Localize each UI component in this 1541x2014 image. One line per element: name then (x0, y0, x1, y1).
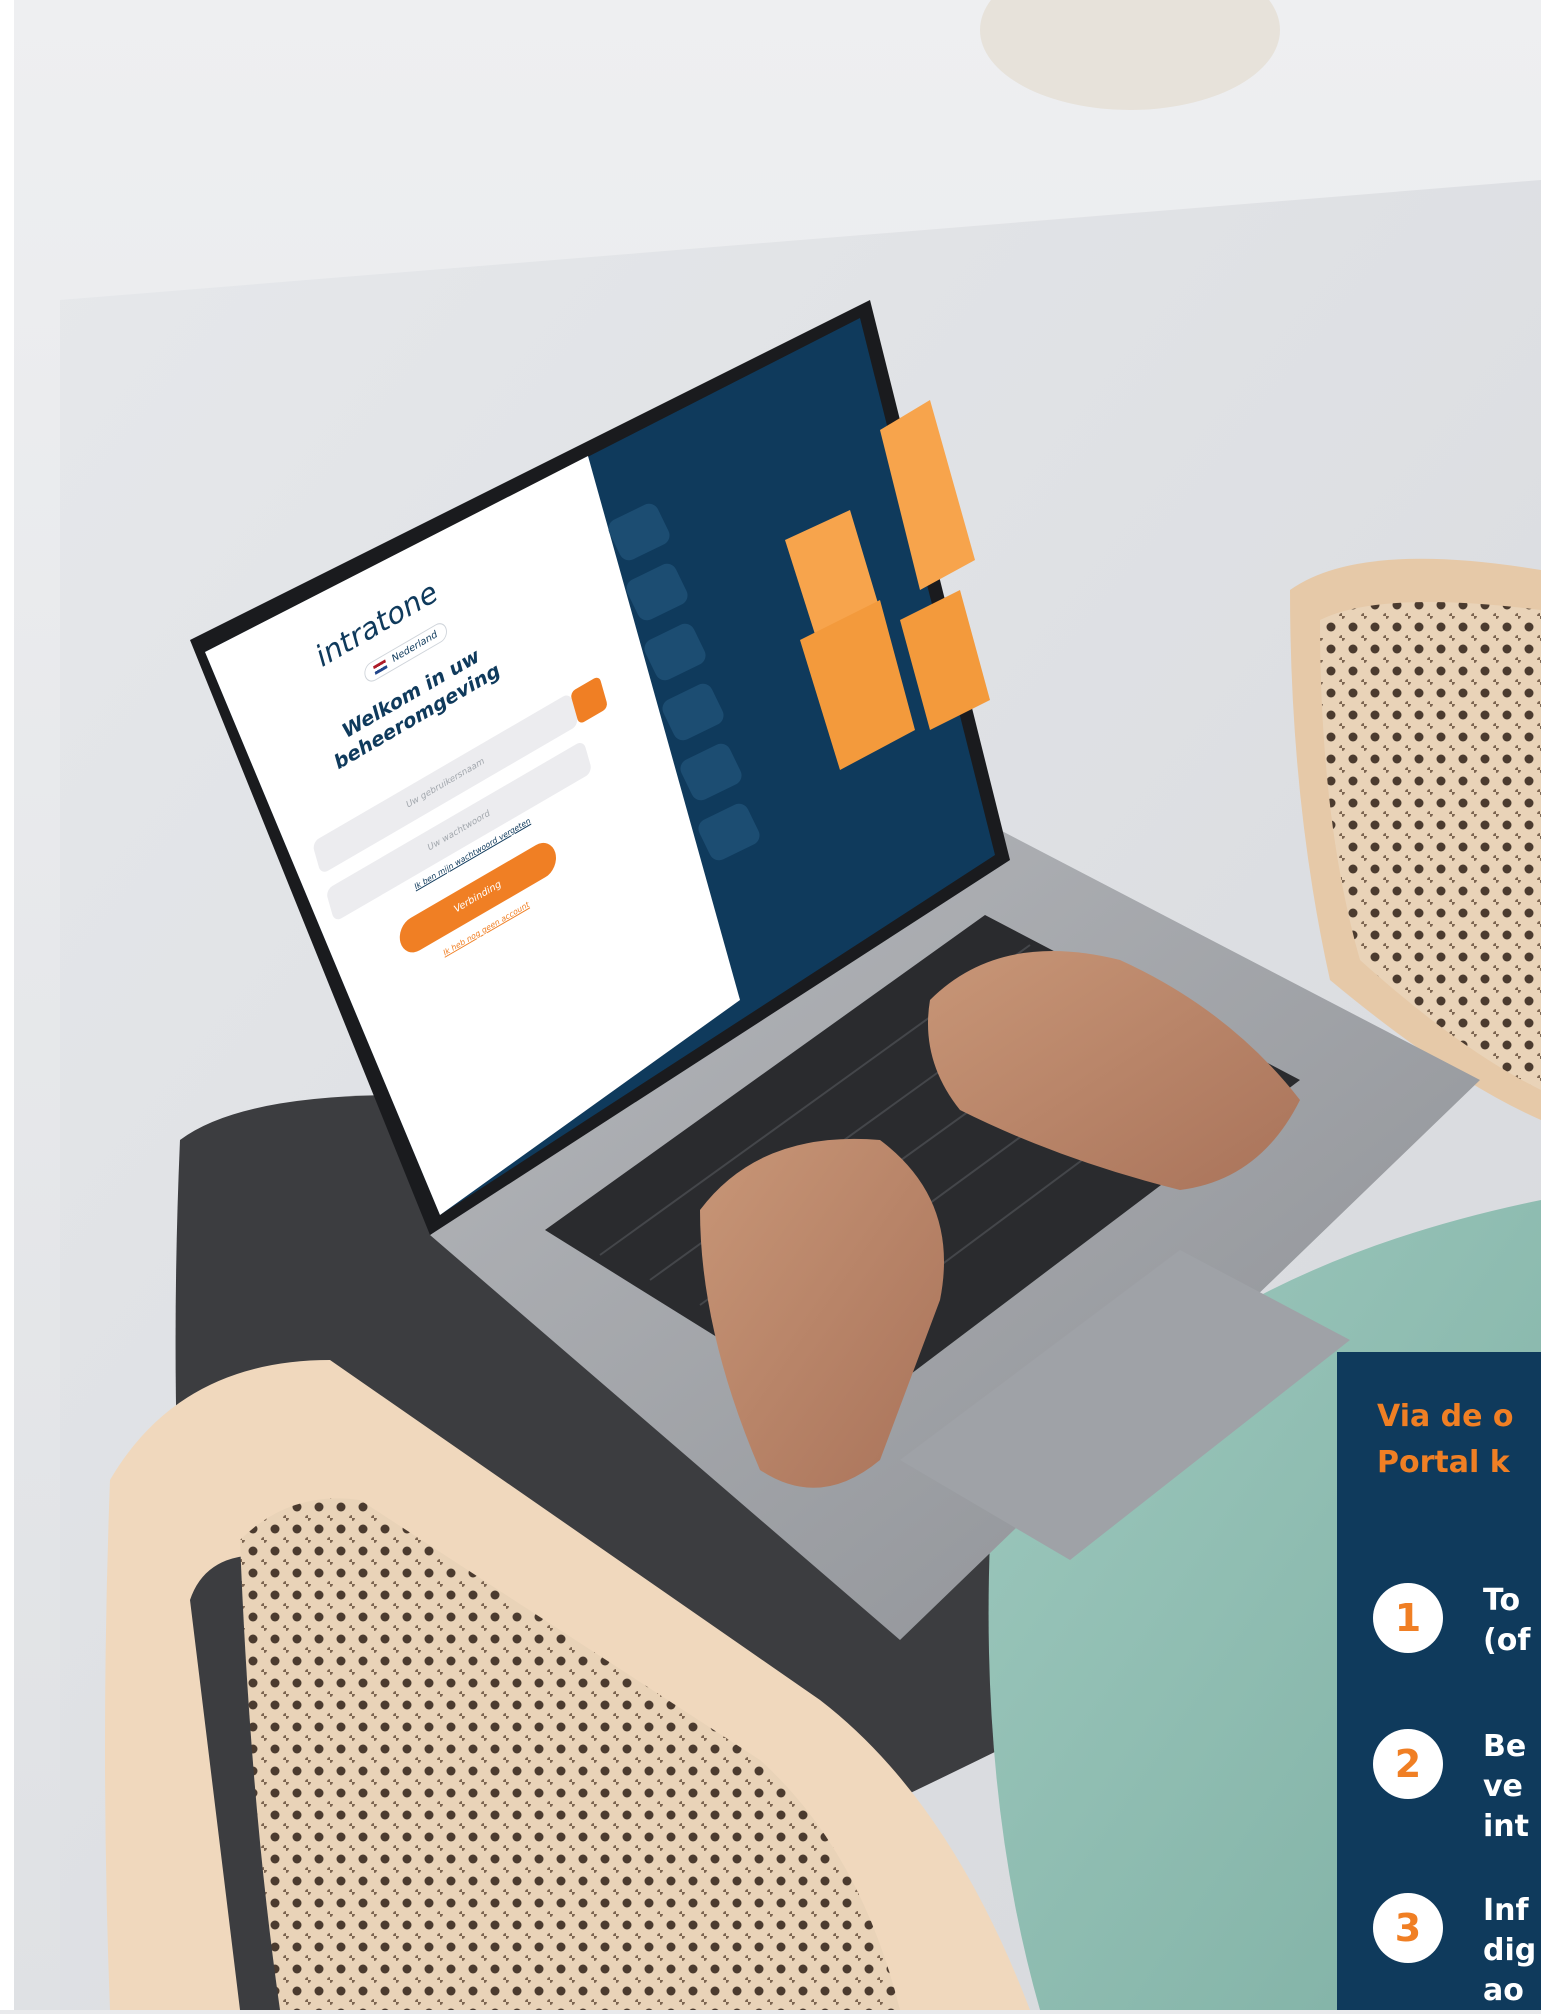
info-title: Via de o Portal k (1377, 1394, 1541, 1486)
step-2-line-3: int (1483, 1809, 1529, 1844)
step-3: 3 Inf dig ao (1373, 1893, 1541, 2010)
step-1: 1 To (of (1373, 1583, 1541, 1703)
flag-icon (372, 658, 388, 675)
step-text-2: Be ve int (1483, 1727, 1529, 1847)
step-number-2: 2 (1373, 1729, 1443, 1799)
language-label: Nederland (391, 628, 439, 666)
step-2-line-2: ve (1483, 1769, 1523, 1804)
scene-illustration (0, 0, 1541, 2010)
photo-scene: intratone Nederland Welkom in uw beheero… (0, 0, 1541, 2010)
step-3-line-2: dig (1483, 1933, 1537, 1968)
step-number-1: 1 (1373, 1583, 1443, 1653)
step-1-line-2: (of (1483, 1623, 1531, 1658)
step-2: 2 Be ve int (1373, 1729, 1541, 1849)
page-margin (0, 0, 14, 2010)
step-text-1: To (of (1483, 1581, 1530, 1661)
info-title-line-2: Portal k (1377, 1445, 1510, 1480)
info-title-line-1: Via de o (1377, 1399, 1514, 1434)
step-3-line-1: Inf (1483, 1893, 1529, 1928)
step-3-line-3: ao (1483, 1973, 1524, 2008)
step-2-line-1: Be (1483, 1729, 1527, 1764)
step-1-line-1: To (1483, 1583, 1521, 1618)
info-panel: Via de o Portal k 1 To (of 2 Be ve int 3… (1337, 1352, 1541, 2010)
step-number-3: 3 (1373, 1893, 1443, 1963)
step-text-3: Inf dig ao (1483, 1891, 1536, 2010)
